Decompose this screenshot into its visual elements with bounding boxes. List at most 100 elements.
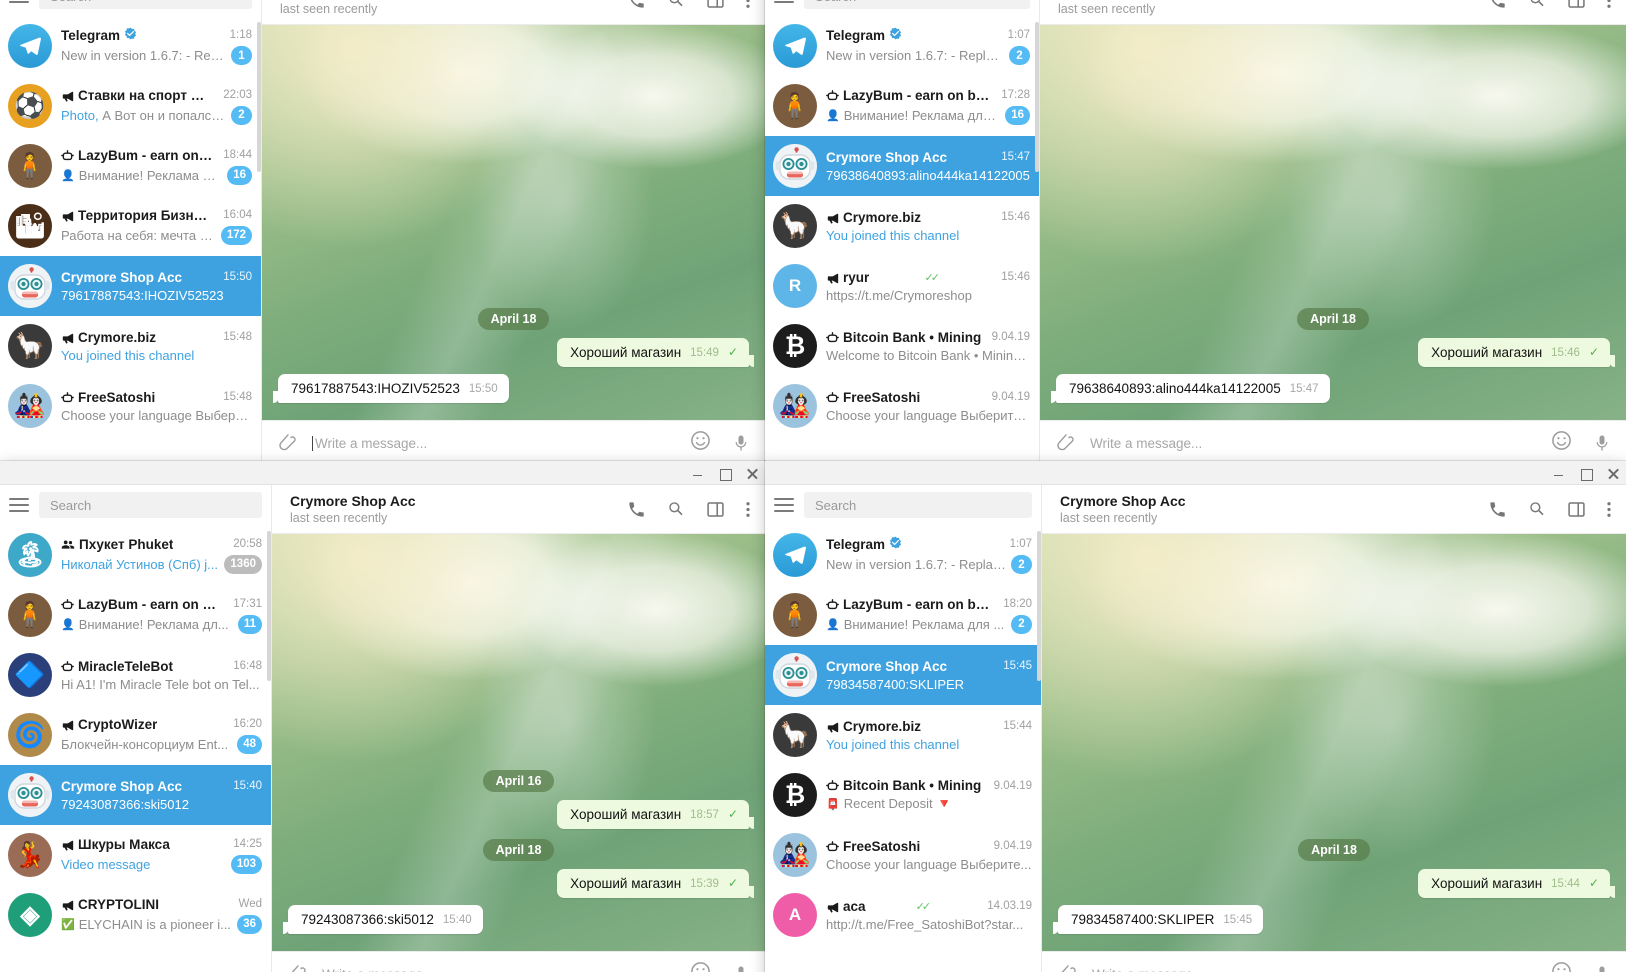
search-icon[interactable] [666, 0, 686, 10]
message-bubble[interactable]: Хороший магазин 18:57 ✓ [557, 800, 754, 829]
menu-icon[interactable] [9, 0, 29, 3]
chat-list-item[interactable]: ₿ Bitcoin Bank • Mining 9.04.19 Welcome to … [765, 316, 1039, 376]
message-bubble[interactable]: 79243087366:ski5012 15:40 [283, 905, 483, 934]
message-bubble[interactable]: Хороший магазин 15:46 ✓ [1418, 338, 1615, 367]
chat-list-item[interactable]: 🌀 CryptoWizer 16:20 Блокчейн-консорциум Ent… [0, 705, 271, 765]
chat-list-item[interactable]: Telegram 1:18 New in version 1.6.7: - Repl… [0, 16, 261, 76]
paperclip-icon[interactable] [288, 964, 308, 972]
chat-list-item[interactable]: ₿ Bitcoin Bank • Mining 9.04.19 📮 Recent Dep… [765, 765, 1041, 825]
menu-icon[interactable] [9, 498, 29, 512]
chat-list[interactable]: Telegram 1:07 New in version 1.6.7: - Repl… [765, 16, 1039, 465]
message-bubble[interactable]: Хороший магазин 15:39 ✓ [557, 869, 754, 898]
chat-list-item[interactable]: Crymore Shop Acc 15:40 79243087366:ski5012 [0, 765, 271, 825]
chat-list-item[interactable]: 🎎 FreeSatoshi 15:48 Choose your language Вы… [0, 376, 261, 436]
message-input[interactable]: Write a message... [1090, 436, 1537, 451]
chat-list-item[interactable]: 🦙 Crymore.biz 15:46 You joined this channel [765, 196, 1039, 256]
window-close-button[interactable] [1607, 467, 1620, 480]
window-maximize-button[interactable] [1580, 467, 1593, 481]
window-top-right[interactable]: Search Telegram 1:07New in version 1.6.7: … [765, 0, 1626, 465]
search-input[interactable]: Search [39, 0, 252, 9]
more-vertical-icon[interactable] [745, 500, 751, 519]
more-vertical-icon[interactable] [1606, 500, 1612, 519]
chat-list-item[interactable]: 🔷 MiracleTeleBot 16:48 Hi A1! I'm Miracle T… [0, 645, 271, 705]
chat-list-item[interactable]: Telegram 1:07 New in version 1.6.7: - Repl… [765, 525, 1041, 585]
search-icon[interactable] [1527, 0, 1547, 10]
message-bubble[interactable]: 79617887543:IHOZIV52523 15:50 [273, 374, 509, 403]
chat-list-item[interactable]: Crymore Shop Acc 15:47 79638640893:alino44… [765, 136, 1039, 196]
chat-list-scrollbar[interactable] [267, 531, 271, 681]
search-input[interactable]: Search [804, 0, 1030, 9]
microphone-icon[interactable] [731, 433, 751, 453]
chat-list-scrollbar[interactable] [257, 22, 261, 172]
chat-list-item[interactable]: Aaca ✓✓ 14.03.19 http://t.me/Free_SatoshiBo… [765, 885, 1041, 945]
chat-list-item[interactable]: Crymore Shop Acc 15:45 79834587400:SKLIPER [765, 645, 1041, 705]
window-titlebar[interactable] [0, 461, 765, 485]
chat-list-item[interactable]: ◈ CRYPTOLINI Wed ✅ ELYCHAIN is a pioneer i..… [0, 885, 271, 945]
emoji-smile-icon[interactable] [1551, 430, 1572, 456]
chat-list-item[interactable]: 💃 Шкуры Макса 14:25 Video message 103 [0, 825, 271, 885]
paperclip-icon[interactable] [278, 433, 298, 453]
chat-list-item[interactable]: Telegram 1:07 New in version 1.6.7: - Repl… [765, 16, 1039, 76]
emoji-smile-icon[interactable] [1551, 961, 1572, 972]
chat-list-item[interactable]: 🎎 FreeSatoshi 9.04.19 Choose your language … [765, 376, 1039, 436]
message-bubble[interactable]: 79834587400:SKLIPER 15:45 [1052, 905, 1264, 934]
split-panel-icon[interactable] [706, 0, 725, 10]
window-minimize-button[interactable] [692, 467, 705, 480]
window-titlebar[interactable] [765, 461, 1626, 485]
search-icon[interactable] [1527, 499, 1547, 519]
window-bottom-left[interactable]: Search 🏝 Пхукет Phuket 20:58 Николай Устинов… [0, 461, 765, 972]
chat-list-item[interactable]: 🧍 LazyBum - earn on bums! 17:28 👤Внимание! … [765, 76, 1039, 136]
message-bubble[interactable]: Хороший магазин 15:44 ✓ [1418, 869, 1615, 898]
conversation-title-block[interactable]: Crymore Shop Acclast seen recently [1058, 0, 1184, 16]
message-input[interactable]: Write a message... [322, 967, 676, 972]
window-minimize-button[interactable] [1553, 467, 1566, 480]
split-panel-icon[interactable] [1567, 0, 1586, 10]
message-input[interactable]: Write a message... [312, 435, 676, 451]
chat-list-item[interactable]: Rryur ✓✓ 15:46 https://t.me/Crymoreshop [765, 256, 1039, 316]
chat-list[interactable]: Telegram 1:07 New in version 1.6.7: - Repl… [765, 525, 1041, 972]
chat-list-item[interactable]: 🧍 LazyBum - earn on bu... 17:31 👤 Внимание! … [0, 585, 271, 645]
chat-list[interactable]: Telegram 1:18 New in version 1.6.7: - Repl… [0, 16, 261, 465]
window-close-button[interactable] [746, 467, 759, 480]
menu-icon[interactable] [774, 498, 794, 512]
conversation-title-block[interactable]: Crymore Shop Acclast seen recently [290, 493, 416, 525]
microphone-icon[interactable] [1592, 964, 1612, 972]
chat-list-item[interactable]: 🧍 LazyBum - earn on bu... 18:44 👤Внимание! … [0, 136, 261, 196]
window-top-left[interactable]: Search Telegram 1:18New in version 1.6.7: … [0, 0, 765, 465]
message-input[interactable]: Write a message... [1092, 967, 1537, 972]
chat-list-item[interactable]: 🦙 Crymore.biz 15:44 You joined this channel [765, 705, 1041, 765]
phone-icon[interactable] [627, 0, 646, 10]
more-vertical-icon[interactable] [1606, 0, 1612, 10]
window-maximize-button[interactable] [719, 467, 732, 481]
emoji-smile-icon[interactable] [690, 961, 711, 972]
emoji-smile-icon[interactable] [690, 430, 711, 456]
search-icon[interactable] [666, 499, 686, 519]
split-panel-icon[interactable] [1567, 500, 1586, 519]
phone-icon[interactable] [1488, 0, 1507, 10]
chat-list-item[interactable]: 🧍 LazyBum - earn on bu... 18:20 👤 Внимание! … [765, 585, 1041, 645]
more-vertical-icon[interactable] [745, 0, 751, 10]
chat-list[interactable]: 🏝 Пхукет Phuket 20:58 Николай Устинов (Спб)… [0, 525, 271, 972]
chat-list-item[interactable]: 🦙 Crymore.biz 15:48 You joined this channel [0, 316, 261, 376]
microphone-icon[interactable] [1592, 433, 1612, 453]
chat-list-item[interactable]: Crymore Shop Acc 15:50 79617887543:IHOZIV5… [0, 256, 261, 316]
chat-list-item[interactable]: 🏝 Пхукет Phuket 20:58 Николай Устинов (Спб)… [0, 525, 271, 585]
split-panel-icon[interactable] [706, 500, 725, 519]
message-bubble[interactable]: Хороший магазин 15:49 ✓ [557, 338, 754, 367]
chat-list-scrollbar[interactable] [1037, 531, 1041, 681]
paperclip-icon[interactable] [1056, 433, 1076, 453]
message-bubble[interactable]: 79638640893:alino444ka14122005 15:47 [1051, 374, 1330, 403]
chat-list-scrollbar[interactable] [1035, 22, 1039, 172]
chat-list-item[interactable]: 🎎 FreeSatoshi 9.04.19 Choose your language … [765, 825, 1041, 885]
window-bottom-right[interactable]: Search Telegram 1:07 New in version 1.6.7: … [765, 461, 1626, 972]
microphone-icon[interactable] [731, 964, 751, 972]
conversation-title-block[interactable]: Crymore Shop Acclast seen recently [1060, 493, 1186, 525]
search-input[interactable]: Search [39, 492, 262, 518]
chat-list-item[interactable]: ⚽ Ставки на спорт Spor... 22:03 Photo, А Во… [0, 76, 261, 136]
phone-icon[interactable] [627, 500, 646, 519]
paperclip-icon[interactable] [1058, 964, 1078, 972]
conversation-title-block[interactable]: Crymore Shop Acclast seen recently [280, 0, 406, 16]
menu-icon[interactable] [774, 0, 794, 3]
search-input[interactable]: Search [804, 492, 1032, 518]
chat-list-item[interactable]: 🏙 Территория Бизнеса 16:04 Работа на себя: … [0, 196, 261, 256]
